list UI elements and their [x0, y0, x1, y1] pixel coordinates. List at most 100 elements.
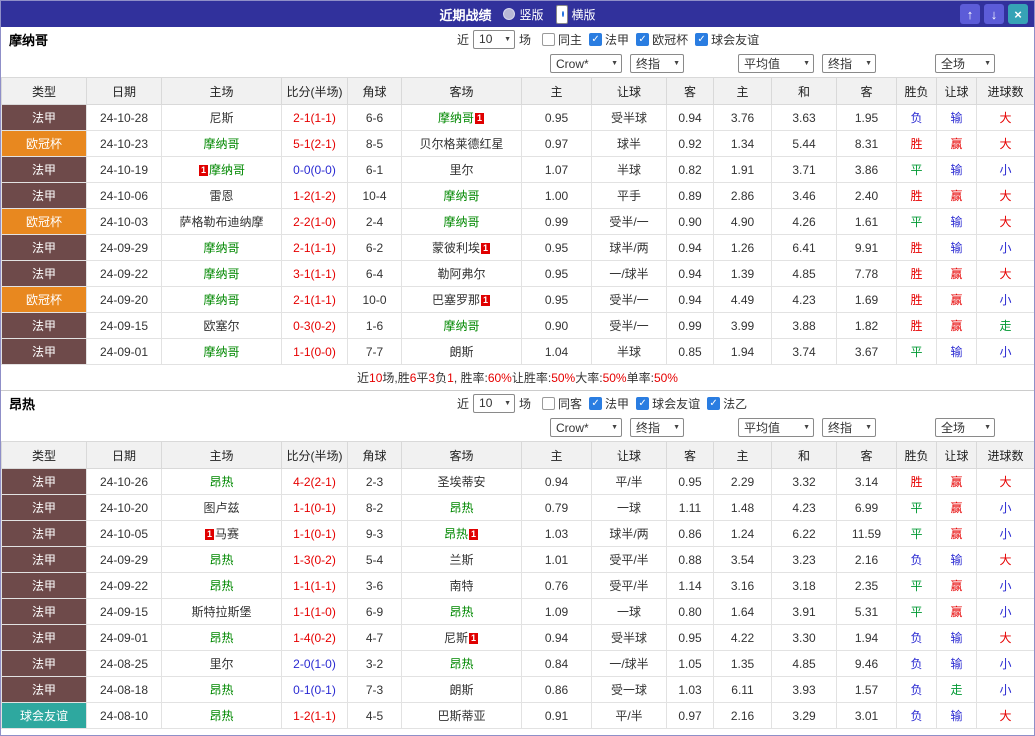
score-cell[interactable]: 1-2(1-2): [281, 182, 348, 209]
score-cell[interactable]: 1-1(0-0): [281, 338, 348, 365]
away-team-link[interactable]: 南特: [449, 579, 473, 593]
score-cell[interactable]: 1-4(0-2): [281, 624, 348, 651]
score-cell[interactable]: 1-1(0-1): [281, 520, 348, 547]
home-team-link[interactable]: 图卢兹: [203, 501, 239, 515]
home-team-link[interactable]: 萨格勒布迪纳摩: [179, 215, 263, 229]
score-cell[interactable]: 2-2(1-0): [281, 208, 348, 235]
goals-result-cell: 小: [976, 676, 1034, 703]
score-cell[interactable]: 1-2(1-1): [281, 702, 348, 729]
match-count-select[interactable]: 10 ▼: [473, 29, 516, 49]
date-cell: 24-08-18: [86, 676, 162, 703]
home-team-link[interactable]: 斯特拉斯堡: [191, 605, 251, 619]
score-cell[interactable]: 2-1(1-1): [281, 286, 348, 313]
filter-checkbox[interactable]: 同主: [542, 31, 582, 48]
caret-down-icon: ▼: [865, 424, 872, 431]
home-team-link[interactable]: 摩纳哥: [203, 241, 239, 255]
average-index-select[interactable]: 终指 ▼: [822, 418, 876, 437]
score-cell[interactable]: 0-0(0-0): [281, 156, 348, 183]
score-cell[interactable]: 0-3(0-2): [281, 312, 348, 339]
filter-checkbox[interactable]: 同客: [542, 395, 582, 412]
filter-checkbox[interactable]: ✓ 球会友谊: [695, 31, 759, 48]
home-team-link[interactable]: 昂热: [209, 631, 233, 645]
home-team-link[interactable]: 摩纳哥: [209, 163, 245, 177]
away-team-link[interactable]: 朗斯: [449, 345, 473, 359]
scope-select[interactable]: 全场 ▼: [935, 54, 995, 73]
league-cell: 法甲: [1, 338, 87, 365]
home-team-link[interactable]: 昂热: [209, 683, 233, 697]
match-count-select[interactable]: 10 ▼: [473, 393, 516, 413]
home-team-link[interactable]: 雷恩: [209, 189, 233, 203]
average-index-select[interactable]: 终指 ▼: [822, 54, 876, 73]
summary-segment: , 胜率:: [453, 371, 488, 385]
average-index-select-value: 终指: [828, 57, 853, 71]
home-team-link[interactable]: 昂热: [209, 475, 233, 489]
league-cell: 法甲: [1, 650, 87, 677]
score-cell[interactable]: 1-1(1-0): [281, 598, 348, 625]
filter-checkbox[interactable]: ✓ 欧冠杯: [636, 31, 688, 48]
home-team-link[interactable]: 昂热: [209, 709, 233, 723]
average-select[interactable]: 平均值 ▼: [738, 418, 814, 437]
score-cell[interactable]: 1-1(1-1): [281, 572, 348, 599]
away-team-link[interactable]: 巴斯蒂亚: [437, 709, 485, 723]
match-row: 法甲 24-09-01 摩纳哥 1-1(0-0) 7-7 朗斯 1.04 半球 0.85 1.94…: [1, 338, 1034, 365]
away-team-link[interactable]: 圣埃蒂安: [437, 475, 485, 489]
move-down-button[interactable]: ↓: [984, 4, 1004, 24]
close-button[interactable]: ×: [1008, 4, 1028, 24]
bookmaker-select[interactable]: Crow* ▼: [550, 418, 622, 437]
score-cell[interactable]: 4-2(2-1): [281, 468, 348, 495]
home-team-link[interactable]: 马赛: [215, 527, 239, 541]
away-team-link[interactable]: 巴塞罗那: [432, 293, 480, 307]
score-cell[interactable]: 2-1(1-1): [281, 234, 348, 261]
bookmaker-select[interactable]: Crow* ▼: [550, 54, 622, 73]
home-team-link[interactable]: 昂热: [209, 579, 233, 593]
score-cell[interactable]: 3-1(1-1): [281, 260, 348, 287]
away-team-link[interactable]: 贝尔格莱德红星: [419, 137, 503, 151]
away-team-link[interactable]: 摩纳哥: [438, 111, 474, 125]
away-team-link[interactable]: 昂热: [449, 605, 473, 619]
summary-segment: 近: [357, 371, 370, 385]
home-team-link[interactable]: 里尔: [209, 657, 233, 671]
away-team-link[interactable]: 昂热: [449, 501, 473, 515]
score-cell[interactable]: 1-1(0-1): [281, 494, 348, 521]
home-team-link[interactable]: 昂热: [209, 553, 233, 567]
away-team-link[interactable]: 蒙彼利埃: [432, 241, 480, 255]
bookmaker-index-select[interactable]: 终指 ▼: [630, 54, 684, 73]
away-team-link[interactable]: 兰斯: [449, 553, 473, 567]
match-row: 法甲 24-08-25 里尔 2-0(1-0) 3-2 昂热 0.84 一/球半 1.05 1.3…: [1, 650, 1034, 677]
section-header: 摩纳哥近 10 ▼ 场同主 ✓ 法甲 ✓ 欧冠杯 ✓ 球会友谊: [1, 27, 1034, 51]
red-card-icon: 1: [481, 243, 490, 255]
score-cell[interactable]: 2-0(1-0): [281, 650, 348, 677]
filter-checkbox[interactable]: ✓ 法甲: [589, 395, 629, 412]
away-team-link[interactable]: 摩纳哥: [443, 215, 479, 229]
away-team-link[interactable]: 昂热: [444, 527, 468, 541]
away-team-link[interactable]: 摩纳哥: [443, 189, 479, 203]
score-cell[interactable]: 1-3(0-2): [281, 546, 348, 573]
red-card-icon: 1: [475, 113, 484, 125]
avg-home-cell: 1.64: [713, 598, 772, 625]
average-select[interactable]: 平均值 ▼: [738, 54, 814, 73]
score-cell[interactable]: 0-1(0-1): [281, 676, 348, 703]
move-up-button[interactable]: ↑: [960, 4, 980, 24]
home-team-link[interactable]: 欧塞尔: [203, 319, 239, 333]
away-team-link[interactable]: 尼斯: [444, 631, 468, 645]
away-team-link[interactable]: 昂热: [449, 657, 473, 671]
away-team-link[interactable]: 朗斯: [449, 683, 473, 697]
away-team-link[interactable]: 摩纳哥: [443, 319, 479, 333]
home-team-link[interactable]: 摩纳哥: [203, 137, 239, 151]
layout-option-horizontal[interactable]: 横版: [555, 4, 596, 24]
home-team-link[interactable]: 摩纳哥: [203, 345, 239, 359]
scope-select[interactable]: 全场 ▼: [935, 418, 995, 437]
away-team-cell: 朗斯: [401, 338, 522, 365]
filter-checkbox[interactable]: ✓ 球会友谊: [636, 395, 700, 412]
score-cell[interactable]: 2-1(1-1): [281, 104, 348, 131]
score-cell[interactable]: 5-1(2-1): [281, 130, 348, 157]
home-team-link[interactable]: 摩纳哥: [203, 267, 239, 281]
filter-checkbox[interactable]: ✓ 法甲: [589, 31, 629, 48]
home-team-link[interactable]: 摩纳哥: [203, 293, 239, 307]
filter-checkbox[interactable]: ✓ 法乙: [707, 395, 747, 412]
bookmaker-index-select[interactable]: 终指 ▼: [630, 418, 684, 437]
away-team-link[interactable]: 勒阿弗尔: [437, 267, 485, 281]
away-team-link[interactable]: 里尔: [449, 163, 473, 177]
layout-option-vertical[interactable]: 竖版: [503, 6, 544, 23]
home-team-link[interactable]: 尼斯: [209, 111, 233, 125]
